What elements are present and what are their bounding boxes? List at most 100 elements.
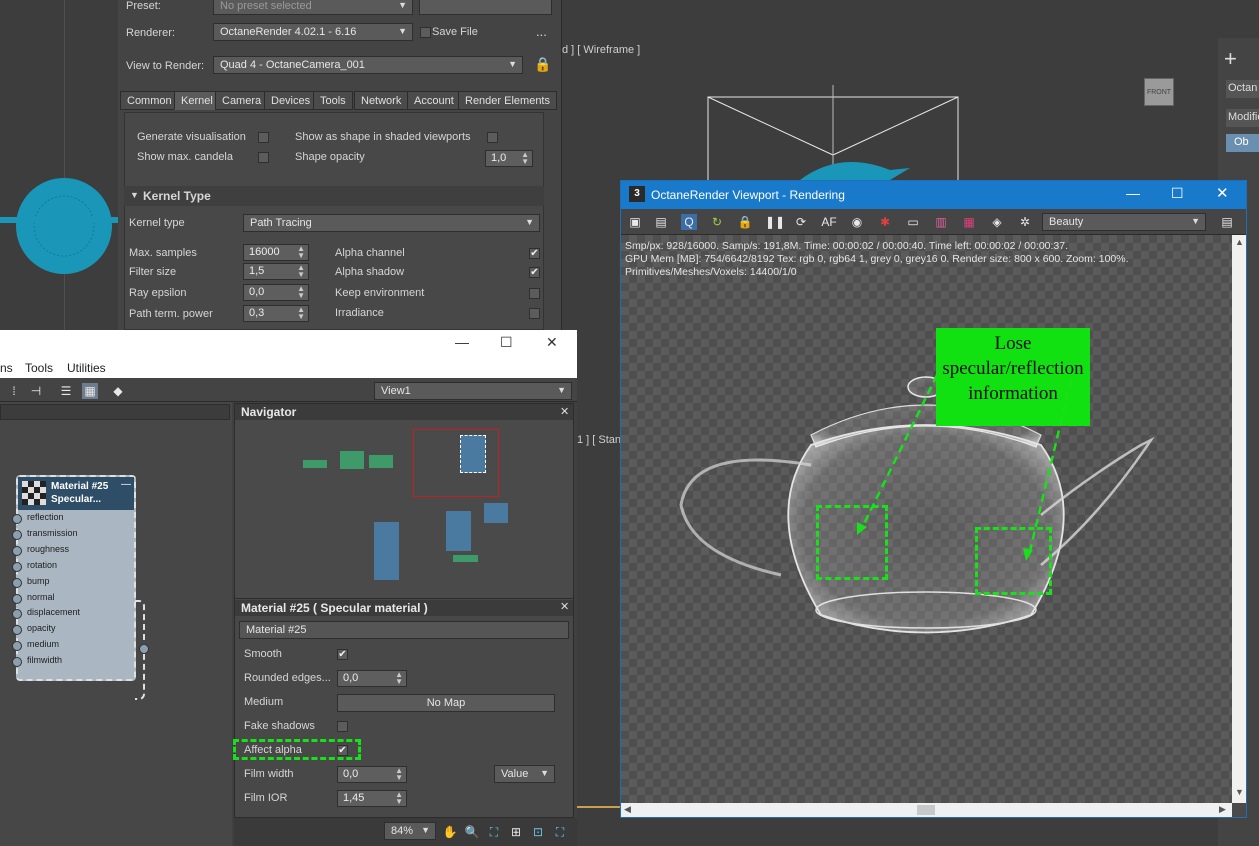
preset-save-field[interactable] bbox=[419, 0, 552, 15]
color-picker-icon[interactable]: ◉ bbox=[849, 214, 865, 230]
port-reflection[interactable]: reflection bbox=[12, 512, 134, 527]
settings-icon[interactable]: ✲ bbox=[1017, 214, 1033, 230]
minimize-icon[interactable]: — bbox=[1126, 185, 1140, 201]
ray-epsilon-spinner[interactable]: 0,0 ▲ ▼ bbox=[243, 284, 309, 301]
port-dot-icon[interactable] bbox=[12, 625, 22, 635]
node-view[interactable]: Material #25 Specular... — reflection tr… bbox=[0, 402, 232, 846]
port-roughness[interactable]: roughness bbox=[12, 544, 134, 559]
scroll-down-icon[interactable]: ▼ bbox=[1235, 787, 1244, 797]
grid-icon[interactable]: ▦ bbox=[82, 383, 98, 399]
port-dot-icon[interactable] bbox=[12, 562, 22, 572]
add-icon[interactable]: + bbox=[1224, 46, 1237, 72]
port-dot-icon[interactable] bbox=[12, 530, 22, 540]
renderer-dropdown[interactable]: OctaneRender 4.02.1 - 6.16 ▼ bbox=[213, 23, 413, 41]
alpha-channel-checkbox[interactable]: ✔ bbox=[529, 248, 540, 259]
port-dot-icon[interactable] bbox=[12, 578, 22, 588]
max-samples-spinner[interactable]: 16000 ▲ ▼ bbox=[243, 244, 309, 261]
region-icon[interactable]: ✱ bbox=[877, 214, 893, 230]
shape-opacity-spinner[interactable]: 1,0 ▲ ▼ bbox=[485, 150, 533, 167]
lock-icon[interactable]: 🔒 bbox=[534, 56, 551, 73]
menu-item-options[interactable]: ns bbox=[0, 361, 13, 375]
list-icon[interactable]: ☰ bbox=[58, 383, 74, 399]
tab-kernel[interactable]: Kernel bbox=[174, 91, 220, 110]
material-icon[interactable]: ▦ bbox=[961, 214, 977, 230]
port-filmwidth[interactable]: filmwidth bbox=[12, 655, 134, 670]
medium-map-button[interactable]: No Map bbox=[337, 694, 555, 712]
scroll-right-icon[interactable]: ▶ bbox=[1219, 804, 1226, 815]
alpha-shadow-checkbox[interactable]: ✔ bbox=[529, 267, 540, 278]
lock-icon[interactable]: 🔒 bbox=[737, 214, 753, 230]
save-render-icon[interactable]: ▣ bbox=[627, 214, 643, 230]
menu-item-utilities[interactable]: Utilities bbox=[67, 361, 106, 375]
zoom-selected-icon[interactable]: ⊡ bbox=[530, 824, 546, 840]
preset-dropdown[interactable]: No preset selected ▼ bbox=[213, 0, 413, 15]
scroll-up-icon[interactable]: ▲ bbox=[1235, 237, 1244, 247]
refresh-icon[interactable]: ⟳ bbox=[793, 214, 809, 230]
toggle-icon[interactable]: ◆ bbox=[110, 383, 126, 399]
camera-icon[interactable]: ◈ bbox=[989, 214, 1005, 230]
port-normal[interactable]: normal bbox=[12, 592, 134, 607]
pause-icon[interactable]: ❚❚ bbox=[765, 214, 785, 230]
port-dot-icon[interactable] bbox=[12, 514, 22, 524]
vertical-scrollbar[interactable]: ▲ ▼ bbox=[1232, 235, 1246, 803]
restart-icon[interactable]: ↻ bbox=[709, 214, 725, 230]
film-width-spinner[interactable]: 0,0 ▲ ▼ bbox=[337, 766, 407, 783]
tab-render-elements[interactable]: Render Elements bbox=[458, 91, 557, 110]
material-name-field[interactable]: Material #25 bbox=[239, 621, 569, 639]
tab-camera[interactable]: Camera bbox=[215, 91, 269, 110]
autofocus-icon[interactable]: AF bbox=[821, 214, 837, 230]
tab-common[interactable]: Common bbox=[120, 91, 179, 110]
port-dot-icon[interactable] bbox=[12, 641, 22, 651]
clipboard-icon[interactable]: ▤ bbox=[653, 214, 669, 230]
rounded-edges-spinner[interactable]: 0,0 ▲ ▼ bbox=[337, 670, 407, 687]
film-icon[interactable]: ▥ bbox=[933, 214, 949, 230]
tab-tools[interactable]: Tools bbox=[313, 91, 353, 110]
view-dropdown[interactable]: View1 ▼ bbox=[374, 382, 572, 400]
path-term-power-spinner[interactable]: 0,3 ▲ ▼ bbox=[243, 305, 309, 322]
port-dot-icon[interactable] bbox=[12, 609, 22, 619]
layout-icon[interactable]: ⁞ bbox=[6, 383, 22, 399]
horizontal-scrollbar[interactable]: ◀ ▶ bbox=[621, 803, 1232, 817]
collapse-node-icon[interactable]: — bbox=[121, 479, 131, 490]
show-candela-checkbox[interactable] bbox=[258, 152, 269, 163]
quick-render-icon[interactable]: Q bbox=[681, 214, 697, 230]
close-icon[interactable]: ✕ bbox=[546, 334, 558, 351]
minimize-icon[interactable]: — bbox=[455, 334, 469, 350]
film-width-mode-dropdown[interactable]: Value ▼ bbox=[494, 765, 555, 783]
smooth-checkbox[interactable]: ✔ bbox=[337, 649, 348, 660]
port-dot-icon[interactable] bbox=[12, 657, 22, 667]
film-ior-spinner[interactable]: 1,45 ▲ ▼ bbox=[337, 790, 407, 807]
tab-network[interactable]: Network bbox=[354, 91, 409, 110]
port-dot-icon[interactable] bbox=[12, 594, 22, 604]
display-icon[interactable]: ▭ bbox=[905, 214, 921, 230]
horizontal-scroll-thumb[interactable] bbox=[917, 805, 935, 815]
save-file-checkbox[interactable] bbox=[420, 27, 431, 38]
zoom-region-icon[interactable]: ⛶ bbox=[486, 824, 502, 840]
output-port-icon[interactable] bbox=[139, 644, 149, 654]
port-transmission[interactable]: transmission bbox=[12, 528, 134, 543]
port-opacity[interactable]: opacity bbox=[12, 623, 134, 638]
maximize-icon[interactable]: ☐ bbox=[1171, 185, 1184, 202]
port-rotation[interactable]: rotation bbox=[12, 560, 134, 575]
pan-icon[interactable]: ✋ bbox=[442, 824, 458, 840]
affect-alpha-checkbox[interactable]: ✔ bbox=[337, 745, 348, 756]
tab-devices[interactable]: Devices bbox=[264, 91, 318, 110]
kernel-type-dropdown[interactable]: Path Tracing ▼ bbox=[243, 214, 540, 232]
command-tab-modifier[interactable]: Modifie bbox=[1226, 109, 1259, 127]
hierarchy-icon[interactable]: ⊣ bbox=[28, 383, 44, 399]
more-options-icon[interactable]: ... bbox=[536, 24, 547, 39]
close-icon[interactable]: ✕ bbox=[1216, 184, 1229, 202]
generate-visualisation-checkbox[interactable] bbox=[258, 132, 269, 143]
fit-all-icon[interactable]: ⛶ bbox=[552, 824, 568, 840]
navigator-viewport-rect[interactable] bbox=[413, 429, 499, 497]
command-tab-octane[interactable]: Octan bbox=[1226, 80, 1259, 98]
view-to-render-dropdown[interactable]: Quad 4 - OctaneCamera_001 ▼ bbox=[213, 56, 523, 74]
render-pass-dropdown[interactable]: Beauty ▼ bbox=[1042, 213, 1206, 231]
close-icon[interactable]: ✕ bbox=[560, 600, 569, 613]
maximize-icon[interactable]: ☐ bbox=[500, 334, 513, 351]
command-tab-object[interactable]: Ob bbox=[1226, 134, 1259, 152]
node-view-search[interactable] bbox=[0, 404, 230, 420]
irradiance-checkbox[interactable] bbox=[529, 308, 540, 319]
filter-size-spinner[interactable]: 1,5 ▲ ▼ bbox=[243, 263, 309, 280]
view-cube-icon[interactable]: FRONT bbox=[1144, 78, 1174, 106]
